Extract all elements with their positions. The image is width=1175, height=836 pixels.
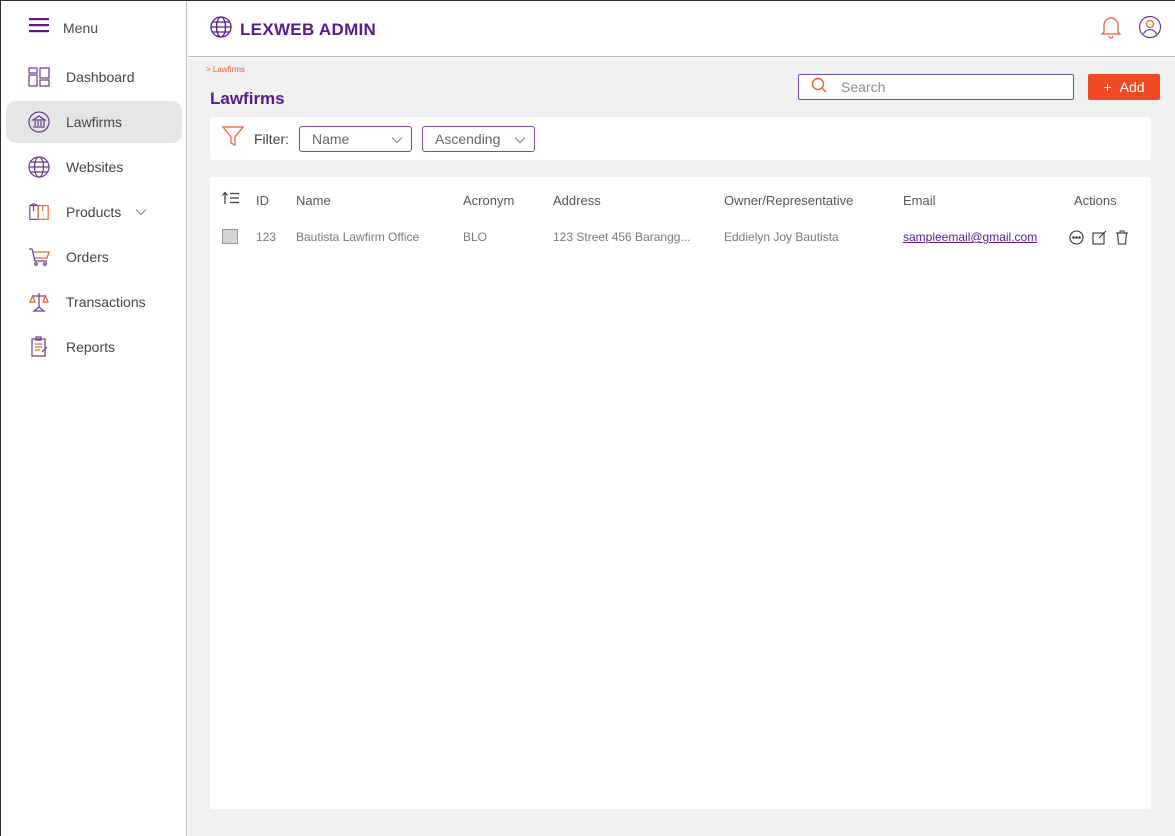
sidebar-item-label: Transactions	[66, 294, 146, 310]
cell-address: 123 Street 456 Barangg...	[553, 230, 691, 244]
breadcrumb[interactable]: > Lawfirms	[206, 65, 245, 74]
sidebar-item-transactions[interactable]: Transactions	[1, 281, 187, 323]
more-options-icon[interactable]	[1069, 229, 1084, 245]
lawfirms-table: ID Name Acronym Address Owner/Representa…	[210, 177, 1151, 809]
sidebar-item-dashboard[interactable]: Dashboard	[1, 56, 187, 98]
sidebar-item-reports[interactable]: Reports	[1, 326, 187, 368]
column-header-address[interactable]: Address	[553, 191, 601, 211]
cell-owner: Eddielyn Joy Bautista	[724, 230, 839, 244]
filter-icon[interactable]	[221, 125, 245, 152]
menu-toggle[interactable]: Menu	[29, 17, 98, 38]
menu-label: Menu	[63, 19, 99, 36]
page-title: Lawfirms	[210, 89, 285, 108]
sidebar-item-label: Reports	[66, 339, 116, 355]
column-header-name[interactable]: Name	[296, 191, 331, 211]
cell-acronym: BLO	[463, 230, 488, 244]
column-header-owner[interactable]: Owner/Representative	[724, 191, 853, 211]
search-icon	[811, 77, 827, 98]
bell-icon[interactable]	[1100, 15, 1122, 39]
search-box[interactable]	[798, 74, 1074, 100]
globe-icon	[28, 156, 50, 178]
cart-icon	[28, 246, 50, 268]
column-header-id[interactable]: ID	[256, 191, 269, 211]
chevron-down-icon	[514, 131, 526, 147]
dashboard-icon	[28, 66, 50, 88]
topbar: LEXWEB ADMIN	[188, 1, 1175, 57]
sidebar-item-label: Lawfirms	[66, 114, 123, 130]
scales-icon	[28, 291, 50, 313]
column-header-actions: Actions	[1074, 193, 1117, 208]
row-checkbox[interactable]	[222, 229, 238, 244]
sidebar: Menu Dashboard Lawfirms Websites Product…	[1, 1, 187, 836]
sidebar-item-lawfirms[interactable]: Lawfirms	[6, 101, 182, 143]
column-header-email[interactable]: Email	[903, 191, 936, 211]
hamburger-icon	[29, 17, 49, 38]
top-icons	[1100, 15, 1162, 39]
sidebar-item-label: Websites	[66, 159, 124, 175]
filter-field-value: Name	[312, 130, 350, 147]
sort-order-select[interactable]: Ascending	[422, 125, 535, 152]
sidebar-item-label: Orders	[66, 249, 109, 265]
sidebar-item-label: Dashboard	[66, 69, 135, 85]
filter-field-select[interactable]: Name	[299, 125, 412, 152]
cell-email-link[interactable]: sampleemail@gmail.com	[903, 227, 1037, 247]
sort-list-icon[interactable]	[222, 191, 240, 211]
search-input[interactable]	[841, 79, 1061, 95]
box-icon	[28, 201, 50, 223]
cell-name: Bautista Lawfirm Office	[296, 230, 420, 244]
filter-bar: Filter: Name Ascending	[210, 117, 1151, 160]
user-profile-icon[interactable]	[1138, 15, 1162, 39]
plus-icon: +	[1103, 79, 1112, 95]
filter-label: Filter:	[254, 130, 289, 147]
globe-icon	[210, 16, 232, 43]
cell-id: 123	[256, 230, 277, 244]
table-header: ID Name Acronym Address Owner/Representa…	[210, 191, 1151, 211]
column-header-acronym[interactable]: Acronym	[463, 191, 514, 211]
sidebar-item-label: Products	[66, 204, 122, 220]
trash-icon[interactable]	[1115, 229, 1129, 245]
table-row[interactable]: 123 Bautista Lawfirm Office BLO 123 Stre…	[210, 227, 1151, 247]
sort-order-value: Ascending	[435, 130, 501, 147]
sidebar-item-products[interactable]: Products	[1, 191, 187, 233]
edit-icon[interactable]	[1092, 230, 1107, 245]
app-title: LEXWEB ADMIN	[240, 19, 377, 39]
main-content: > Lawfirms Lawfirms + Add Filter: Name	[188, 58, 1175, 836]
sidebar-nav: Dashboard Lawfirms Websites Products Ord…	[1, 56, 187, 371]
row-actions	[1069, 227, 1129, 247]
chevron-down-icon[interactable]	[135, 203, 147, 221]
bank-icon	[28, 111, 50, 133]
chevron-down-icon	[391, 131, 403, 147]
app-window: Menu Dashboard Lawfirms Websites Product…	[0, 0, 1175, 836]
add-button[interactable]: + Add	[1088, 74, 1160, 100]
sidebar-item-orders[interactable]: Orders	[1, 236, 187, 278]
brand: LEXWEB ADMIN	[210, 16, 376, 43]
report-icon	[28, 336, 50, 358]
add-button-label: Add	[1119, 79, 1145, 95]
sidebar-item-websites[interactable]: Websites	[1, 146, 187, 188]
